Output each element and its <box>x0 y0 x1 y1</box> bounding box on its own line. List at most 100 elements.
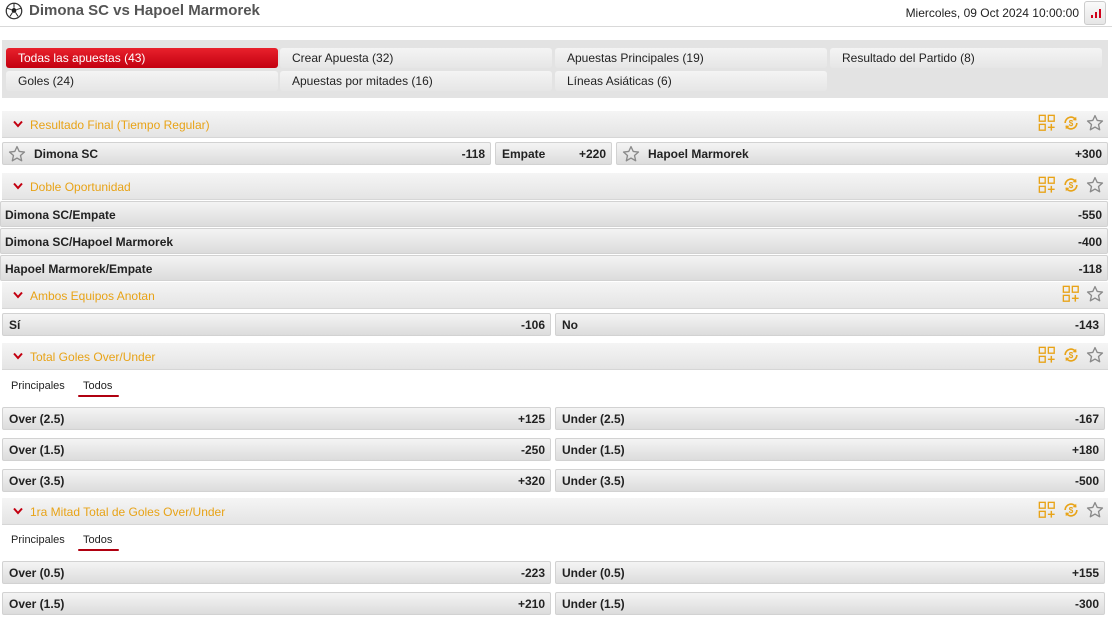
stats-chart-icon <box>1091 15 1093 18</box>
odds-button-under[interactable]: Under (2.5) -167 <box>555 407 1105 430</box>
odds-value: -550 <box>1077 208 1102 222</box>
favorite-star-icon[interactable] <box>1086 285 1104 303</box>
match-title: Dimona SC vs Hapoel Marmorek <box>29 2 260 19</box>
odds-value: -500 <box>1074 474 1099 488</box>
tab-goles[interactable]: Goles (24) <box>6 71 278 91</box>
bet-category-tabs: Todas las apuestas (43) Crear Apuesta (3… <box>2 40 1108 98</box>
odds-value: +220 <box>578 147 606 161</box>
active-subtab-indicator <box>78 395 119 397</box>
tab-lineas-asiaticas[interactable]: Líneas Asiáticas (6) <box>555 71 827 91</box>
odds-value: +320 <box>517 474 545 488</box>
odds-button-over[interactable]: Over (0.5) -223 <box>2 561 551 584</box>
favorite-star-icon[interactable] <box>8 145 26 163</box>
odds-button-under[interactable]: Under (0.5) +155 <box>555 561 1105 584</box>
bet-builder-icon[interactable] <box>1038 114 1056 132</box>
market-header-ambos-anotan[interactable]: Ambos Equipos Anotan <box>2 282 1108 309</box>
tab-todas[interactable]: Todas las apuestas (43) <box>6 48 278 68</box>
chevron-down-icon[interactable] <box>12 505 24 517</box>
market-subtabs: Principales Todos <box>2 526 1108 558</box>
chevron-down-icon[interactable] <box>12 180 24 192</box>
tab-resultado-partido[interactable]: Resultado del Partido (8) <box>830 48 1102 68</box>
cash-out-icon <box>1062 501 1080 519</box>
odds-button-yes[interactable]: Sí -106 <box>2 313 551 336</box>
odds-button-no[interactable]: No -143 <box>555 313 1105 336</box>
selection-label: Under (1.5) <box>562 443 625 457</box>
selection-label: Under (2.5) <box>562 412 625 426</box>
soccer-ball-icon <box>5 2 23 20</box>
market-subtabs: Principales Todos <box>2 372 1108 404</box>
odds-value: -106 <box>520 318 545 332</box>
selection-label: Empate <box>502 147 546 161</box>
market-title: Doble Oportunidad <box>30 180 131 194</box>
chevron-down-icon[interactable] <box>12 118 24 130</box>
bet-builder-icon[interactable] <box>1038 176 1056 194</box>
cash-out-icon <box>1062 176 1080 194</box>
market-header-primera-mitad[interactable]: 1ra Mitad Total de Goles Over/Under <box>2 498 1108 525</box>
selection-label: Hapoel Marmorek/Empate <box>5 262 153 276</box>
odds-value: +300 <box>1074 147 1102 161</box>
odds-value: +180 <box>1071 443 1099 457</box>
odds-value: +125 <box>517 412 545 426</box>
tab-apuestas-principales[interactable]: Apuestas Principales (19) <box>555 48 827 68</box>
selection-label: Dimona SC/Empate <box>5 208 116 222</box>
selection-label: Hapoel Marmorek <box>648 147 749 161</box>
odds-value: +155 <box>1071 566 1099 580</box>
match-datetime: Miercoles, 09 Oct 2024 10:00:00 <box>905 6 1079 20</box>
subtab-todos[interactable]: Todos <box>83 534 112 546</box>
odds-value: -250 <box>520 443 545 457</box>
market-title: Resultado Final (Tiempo Regular) <box>30 118 210 132</box>
odds-button-over[interactable]: Over (1.5) +210 <box>2 592 551 615</box>
odds-button-over[interactable]: Over (1.5) -250 <box>2 438 551 461</box>
selection-label: Dimona SC <box>34 147 99 161</box>
chevron-down-icon[interactable] <box>12 350 24 362</box>
subtab-principales[interactable]: Principales <box>11 380 65 392</box>
market-header-resultado-final[interactable]: Resultado Final (Tiempo Regular) <box>2 111 1108 138</box>
bet-builder-icon[interactable] <box>1038 501 1056 519</box>
favorite-star-icon[interactable] <box>1086 114 1104 132</box>
odds-button-home[interactable]: Dimona SC -118 <box>2 142 491 165</box>
selection-label: Over (3.5) <box>9 474 65 488</box>
odds-value: -118 <box>461 147 485 161</box>
odds-button-row[interactable]: Dimona SC/Hapoel Marmorek -400 <box>0 228 1108 254</box>
tab-apuestas-mitades[interactable]: Apuestas por mitades (16) <box>280 71 552 91</box>
bet-builder-icon[interactable] <box>1062 285 1080 303</box>
market-header-total-goles[interactable]: Total Goles Over/Under <box>2 343 1108 370</box>
odds-button-under[interactable]: Under (1.5) +180 <box>555 438 1105 461</box>
favorite-star-icon[interactable] <box>1086 501 1104 519</box>
odds-button-row[interactable]: Dimona SC/Empate -550 <box>0 201 1108 227</box>
odds-button-over[interactable]: Over (2.5) +125 <box>2 407 551 430</box>
odds-button-over[interactable]: Over (3.5) +320 <box>2 469 551 492</box>
subtab-principales[interactable]: Principales <box>11 534 65 546</box>
odds-button-away[interactable]: Hapoel Marmorek +300 <box>616 142 1108 165</box>
selection-label: Over (2.5) <box>9 412 65 426</box>
cash-out-icon <box>1062 114 1080 132</box>
odds-value: +210 <box>517 597 545 611</box>
stats-button[interactable] <box>1084 1 1106 25</box>
market-title: 1ra Mitad Total de Goles Over/Under <box>30 505 226 519</box>
odds-value: -118 <box>1078 262 1102 276</box>
tab-crear-apuesta[interactable]: Crear Apuesta (32) <box>280 48 552 68</box>
odds-value: -223 <box>520 566 545 580</box>
favorite-star-icon[interactable] <box>622 145 640 163</box>
selection-label: Over (1.5) <box>9 597 65 611</box>
match-header: Dimona SC vs Hapoel Marmorek Miercoles, … <box>0 0 1112 27</box>
market-header-doble-oportunidad[interactable]: Doble Oportunidad <box>2 173 1108 200</box>
selection-label: Over (0.5) <box>9 566 65 580</box>
selection-label: Under (1.5) <box>562 597 625 611</box>
chevron-down-icon[interactable] <box>12 289 24 301</box>
odds-button-under[interactable]: Under (1.5) -300 <box>555 592 1105 615</box>
odds-value: -167 <box>1074 412 1099 426</box>
favorite-star-icon[interactable] <box>1086 176 1104 194</box>
subtab-todos[interactable]: Todos <box>83 380 112 392</box>
active-subtab-indicator <box>78 549 119 551</box>
favorite-star-icon[interactable] <box>1086 346 1104 364</box>
odds-button-under[interactable]: Under (3.5) -500 <box>555 469 1105 492</box>
selection-label: Dimona SC/Hapoel Marmorek <box>5 235 174 249</box>
odds-button-row[interactable]: Hapoel Marmorek/Empate -118 <box>0 255 1108 281</box>
odds-button-draw[interactable]: Empate +220 <box>495 142 612 165</box>
selection-label: No <box>562 318 578 332</box>
bet-builder-icon[interactable] <box>1038 346 1056 364</box>
cash-out-icon <box>1062 346 1080 364</box>
selection-label: Under (3.5) <box>562 474 625 488</box>
odds-value: -143 <box>1074 318 1099 332</box>
